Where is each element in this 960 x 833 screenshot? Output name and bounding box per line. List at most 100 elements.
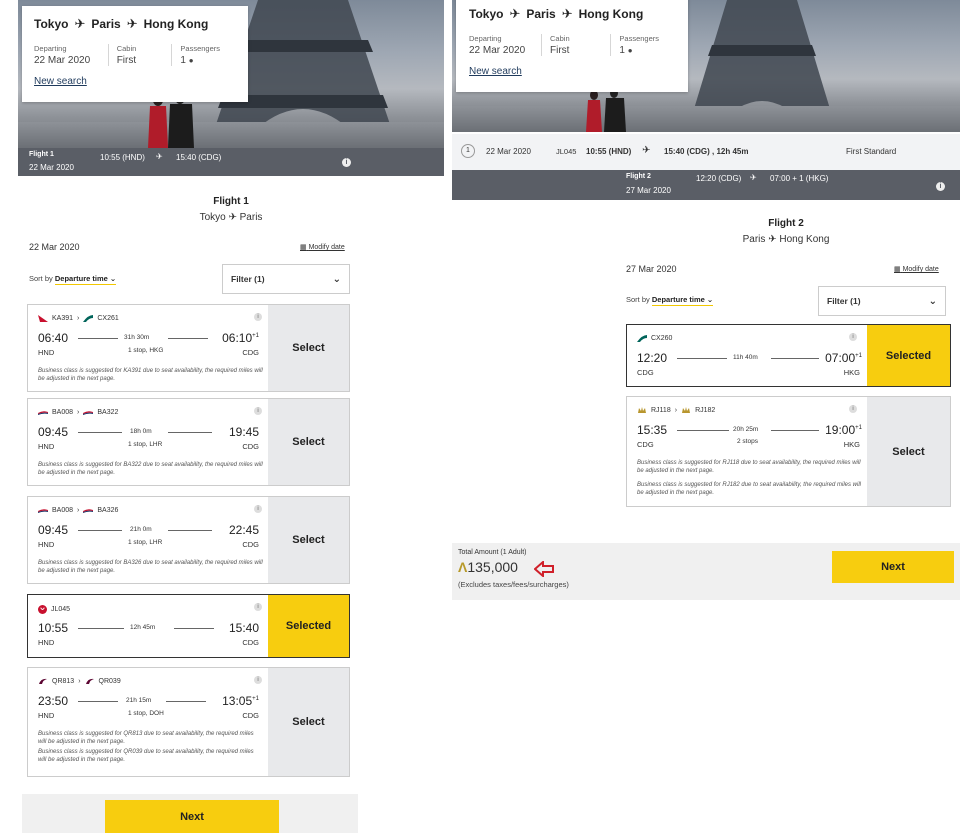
- flight-option-card-selected[interactable]: CX260 i 12:20 07:00+1 11h 40m CDG HKG Se…: [626, 324, 951, 387]
- cabin-note: Business class is suggested for QR813 du…: [38, 731, 254, 746]
- flight-option-card[interactable]: BA008 › BA322 i 09:45 19:45 18h 0m 1 sto…: [27, 398, 350, 486]
- info-icon[interactable]: i: [254, 313, 262, 321]
- flight-bar-arrive: 07:00 + 1 (HKG): [770, 174, 829, 183]
- heading-to: Hong Kong: [779, 234, 830, 245]
- arrow-left-icon: [534, 561, 554, 577]
- info-icon[interactable]: i: [254, 676, 262, 684]
- cathay-logo-icon: [83, 315, 94, 322]
- duration: 18h 0m: [130, 428, 152, 435]
- origin-code: HND: [38, 711, 55, 720]
- korean-air-logo-icon: [38, 315, 48, 322]
- flight-1-panel: Tokyo ✈ Paris ✈ Hong Kong Departing 22 M…: [18, 0, 444, 833]
- flight-bar-arrive: 15:40 (CDG): [176, 153, 222, 162]
- origin-code: HND: [38, 540, 55, 549]
- route-title: Tokyo ✈ Paris ✈ Hong Kong: [34, 16, 236, 32]
- flight-option-card-selected[interactable]: JL045 i 10:55 15:40 12h 45m HND CDG Sele…: [27, 594, 350, 658]
- info-icon[interactable]: i: [342, 158, 351, 167]
- departure-time: 10:55: [38, 621, 69, 635]
- arrival-time-value: 07:00: [825, 351, 856, 365]
- filter-dropdown[interactable]: Filter (1) ⌄: [222, 264, 350, 294]
- destination-code: HKG: [843, 368, 860, 377]
- arrival-time-value: 22:45: [228, 523, 259, 537]
- cabin-note: Business class is suggested for RJ118 du…: [637, 460, 861, 475]
- plane-icon: ✈: [228, 212, 237, 223]
- total-amount-label: Total Amount (1 Adult): [458, 549, 527, 556]
- origin-code: HND: [38, 638, 55, 647]
- plane-icon: ✈: [768, 234, 777, 245]
- departing-value: 22 Mar 2020: [469, 45, 526, 56]
- select-button[interactable]: Select: [268, 399, 349, 485]
- select-button[interactable]: Select: [268, 497, 349, 583]
- sort-control[interactable]: Sort by Departure time ⌄: [626, 295, 714, 306]
- selected-date: 22 Mar 2020: [29, 242, 80, 252]
- departing-field: Departing 22 Mar 2020: [34, 44, 109, 66]
- flight-number-badge: 1: [461, 144, 475, 158]
- plane-icon: ✈: [561, 6, 573, 21]
- selected-flight-cabin: First Standard: [846, 147, 897, 156]
- plane-icon: ✈: [750, 173, 757, 182]
- cathay-logo-icon: [637, 335, 647, 342]
- arrival-time: 19:45: [229, 425, 259, 439]
- duration-line: [677, 358, 727, 359]
- duration-line: [78, 701, 118, 702]
- cabin-note: Business class is suggested for RJ182 du…: [637, 482, 861, 497]
- info-icon[interactable]: i: [254, 407, 262, 415]
- flight-bar-depart: 12:20 (CDG): [696, 174, 742, 183]
- origin-code: HND: [38, 348, 55, 357]
- hero-image: Tokyo ✈ Paris ✈ Hong Kong Departing 22 M…: [452, 0, 960, 132]
- selected-button[interactable]: Selected: [268, 595, 349, 657]
- chevron-down-icon: ⌄: [706, 295, 714, 304]
- departure-time: 15:35: [637, 423, 668, 437]
- flight-heading-route: Tokyo ✈ Paris: [18, 212, 444, 223]
- next-button[interactable]: Next: [105, 800, 279, 833]
- flight-heading-title: Flight 2: [768, 218, 804, 229]
- carrier-list: JL045: [38, 605, 70, 614]
- flight-bar-title: Flight 2: [626, 173, 651, 180]
- duration-line: [174, 628, 214, 629]
- departure-time: 09:45: [38, 523, 69, 537]
- chevron-right-icon: ›: [77, 507, 80, 514]
- destination-code: CDG: [242, 711, 259, 720]
- flight-bar-depart: 10:55 (HND): [100, 153, 145, 162]
- select-button[interactable]: Select: [268, 305, 349, 391]
- flight-option-card[interactable]: QR813 › QR039 i 23:50 13:05+1 21h 15m 1 …: [27, 667, 350, 777]
- flight-bar-date: 27 Mar 2020: [626, 186, 671, 195]
- duration: 31h 30m: [124, 334, 150, 341]
- chevron-down-icon: ⌄: [928, 295, 937, 307]
- arrival-time: 06:10+1: [222, 331, 259, 345]
- info-icon[interactable]: i: [936, 182, 945, 191]
- cabin-field: Cabin First: [550, 34, 612, 56]
- info-icon[interactable]: i: [849, 405, 857, 413]
- departure-time: 23:50: [38, 694, 69, 708]
- duration-line: [168, 530, 212, 531]
- day-offset: +1: [252, 696, 259, 702]
- select-button[interactable]: Select: [268, 668, 349, 776]
- selected-flight-depart: 10:55 (HND): [586, 147, 632, 156]
- new-search-link[interactable]: New search: [34, 76, 236, 87]
- info-icon[interactable]: i: [254, 505, 262, 513]
- sort-control[interactable]: Sort by Departure time ⌄: [29, 274, 117, 285]
- flight-option-card[interactable]: BA008 › BA326 i 09:45 22:45 21h 0m 1 sto…: [27, 496, 350, 584]
- modify-date-link[interactable]: ▦ Modify date: [894, 265, 939, 273]
- day-offset: +1: [855, 425, 862, 431]
- next-button[interactable]: Next: [832, 551, 954, 583]
- info-icon[interactable]: i: [849, 333, 857, 341]
- info-icon[interactable]: i: [254, 603, 262, 611]
- flight-1-heading: Flight 1 Tokyo ✈ Paris: [18, 196, 444, 223]
- flight-option-card[interactable]: KA391 › CX261 i 06:40 06:10+1 31h 30m 1 …: [27, 304, 350, 392]
- passengers-label: Passengers: [180, 44, 220, 53]
- filter-dropdown[interactable]: Filter (1) ⌄: [818, 286, 946, 316]
- heading-to: Paris: [239, 212, 263, 223]
- modify-date-link[interactable]: ▦ Modify date: [300, 243, 345, 251]
- carrier-list: CX260: [637, 335, 672, 342]
- duration-line: [771, 358, 819, 359]
- flight-option-card[interactable]: RJ118 › RJ182 i 15:35 19:00+1 20h 25m 2 …: [626, 396, 951, 507]
- new-search-link[interactable]: New search: [469, 66, 675, 77]
- select-button[interactable]: Select: [867, 397, 950, 506]
- cabin-field: Cabin First: [117, 44, 173, 66]
- arrival-time-value: 19:00: [825, 423, 856, 437]
- hero-image: Tokyo ✈ Paris ✈ Hong Kong Departing 22 M…: [18, 0, 444, 148]
- passengers-field: Passengers 1 ●: [180, 44, 228, 66]
- duration: 20h 25m: [733, 426, 759, 433]
- selected-button[interactable]: Selected: [867, 325, 950, 386]
